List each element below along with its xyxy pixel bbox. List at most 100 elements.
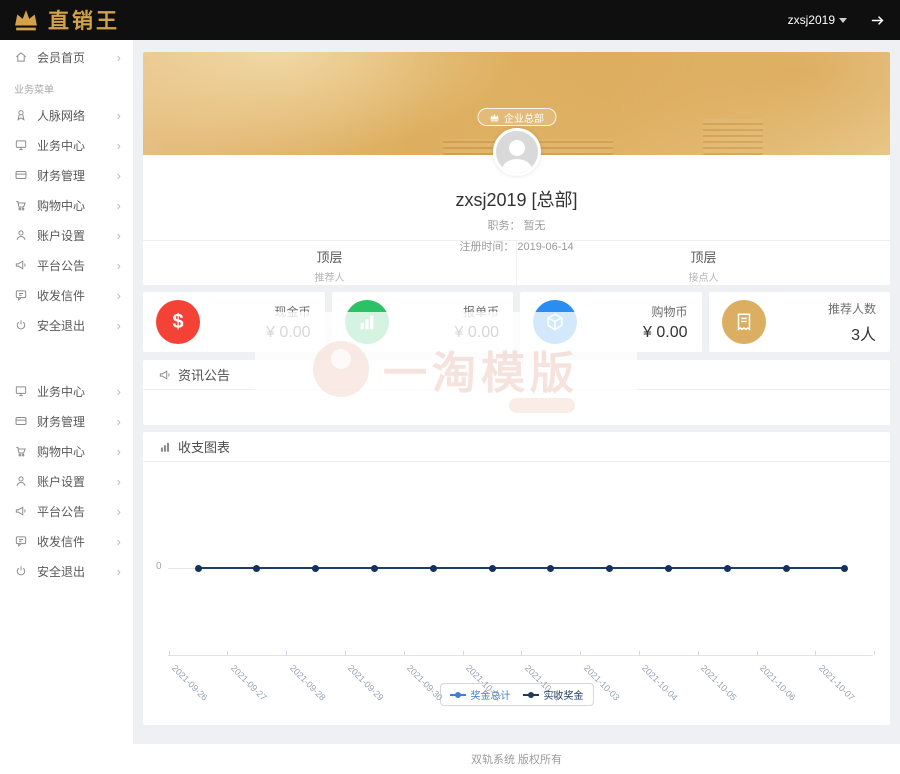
data-point bbox=[606, 565, 613, 572]
data-point bbox=[253, 565, 260, 572]
sidebar-item-shopping-2[interactable]: 购物中心 › bbox=[0, 436, 133, 466]
sidebar-item-label: 财务管理 bbox=[37, 167, 85, 184]
stat-label: 报单币 bbox=[455, 303, 499, 320]
chevron-right-icon: › bbox=[117, 229, 121, 242]
news-panel: 资讯公告 bbox=[143, 360, 890, 425]
cart-icon bbox=[14, 444, 28, 458]
sidebar-item-label: 财务管理 bbox=[37, 413, 85, 430]
username: zxsj2019 bbox=[788, 13, 835, 27]
axis-tick bbox=[521, 651, 522, 655]
company-badge: 企业总部 bbox=[477, 108, 556, 126]
axis-tick bbox=[815, 651, 816, 655]
chevron-right-icon: › bbox=[117, 475, 121, 488]
referrer-label: 推荐人 bbox=[143, 269, 516, 284]
sidebar-item-finance-2[interactable]: 财务管理 › bbox=[0, 406, 133, 436]
user-icon bbox=[14, 474, 28, 488]
data-point bbox=[371, 565, 378, 572]
legend-marker bbox=[523, 694, 539, 696]
sidebar-item-label: 购物中心 bbox=[37, 443, 85, 460]
chevron-right-icon: › bbox=[117, 505, 121, 518]
data-point bbox=[430, 565, 437, 572]
job-label: 职务： bbox=[487, 220, 520, 232]
monitor-icon bbox=[14, 138, 28, 152]
sidebar-section-label: 业务菜单 bbox=[0, 72, 133, 100]
crown-icon bbox=[12, 8, 40, 32]
cart-icon bbox=[14, 198, 28, 212]
job-value: 暂无 bbox=[524, 220, 546, 232]
legend-marker bbox=[450, 694, 466, 696]
stat-label: 推荐人数 bbox=[828, 300, 876, 317]
data-point bbox=[312, 565, 319, 572]
bar-chart-icon bbox=[158, 440, 172, 454]
data-point bbox=[783, 565, 790, 572]
x-axis-label: 2021-10-04 bbox=[640, 663, 680, 703]
chevron-right-icon: › bbox=[117, 445, 121, 458]
axis-tick bbox=[169, 651, 170, 655]
axis-tick bbox=[345, 651, 346, 655]
megaphone-icon bbox=[14, 258, 28, 272]
megaphone-icon bbox=[14, 504, 28, 518]
sidebar-item-label: 账户设置 bbox=[37, 227, 85, 244]
y-axis-tick: 0 bbox=[156, 561, 162, 572]
receipt-icon bbox=[722, 300, 766, 344]
copyright-text: 双轨系统 版权所有 bbox=[471, 751, 562, 767]
sidebar-item-announcement[interactable]: 平台公告 › bbox=[0, 250, 133, 280]
stat-value: ¥ 0.00 bbox=[455, 324, 499, 342]
placement-cell: 顶层 接点人 bbox=[517, 241, 890, 285]
stats-row: $ 现金币 ¥ 0.00 报单币 ¥ 0.00 购物币 ¥ 0.00 bbox=[143, 292, 890, 352]
chart-title: 收支图表 bbox=[178, 437, 230, 456]
axis-tick bbox=[227, 651, 228, 655]
wallet-icon bbox=[14, 168, 28, 182]
sidebar-item-shopping[interactable]: 购物中心 › bbox=[0, 190, 133, 220]
sidebar-item-mail[interactable]: 收发信件 › bbox=[0, 280, 133, 310]
chevron-right-icon: › bbox=[117, 51, 121, 64]
sidebar-item-label: 账户设置 bbox=[37, 473, 85, 490]
sidebar-item-label: 安全退出 bbox=[37, 317, 85, 334]
data-point bbox=[547, 565, 554, 572]
sidebar-item-label: 平台公告 bbox=[37, 257, 85, 274]
box-icon bbox=[533, 300, 577, 344]
top-header: 直销王 zxsj2019 bbox=[0, 0, 900, 40]
wallet-icon bbox=[14, 414, 28, 428]
sidebar-item-network[interactable]: 人脉网络 › bbox=[0, 100, 133, 130]
profile-card: 企业总部 zxsj2019 [总部] 职务： 暂无 注册时间： 2019-06-… bbox=[143, 52, 890, 285]
sidebar-item-home[interactable]: 会员首页 › bbox=[0, 42, 133, 72]
brand-logo[interactable]: 直销王 bbox=[12, 5, 120, 35]
sidebar-item-label: 人脉网络 bbox=[37, 107, 85, 124]
chevron-right-icon: › bbox=[117, 199, 121, 212]
data-point bbox=[489, 565, 496, 572]
badge-label: 企业总部 bbox=[504, 110, 544, 125]
sidebar-item-logout[interactable]: 安全退出 › bbox=[0, 310, 133, 340]
user-menu[interactable]: zxsj2019 bbox=[788, 13, 847, 27]
sidebar-item-account-2[interactable]: 账户设置 › bbox=[0, 466, 133, 496]
chevron-right-icon: › bbox=[117, 139, 121, 152]
sidebar-item-business[interactable]: 业务中心 › bbox=[0, 130, 133, 160]
sidebar-item-label: 业务中心 bbox=[37, 383, 85, 400]
sidebar-item-account[interactable]: 账户设置 › bbox=[0, 220, 133, 250]
sidebar-item-label: 安全退出 bbox=[37, 563, 85, 580]
chart-panel: 收支图表 0 奖金总计 实收奖金 2021-09-262021-0 bbox=[143, 432, 890, 725]
referrer-value: 顶层 bbox=[143, 247, 516, 266]
x-axis-label: 2021-09-26 bbox=[170, 663, 210, 703]
profile-job: 职务： 暂无 bbox=[143, 217, 890, 233]
x-axis-label: 2021-10-05 bbox=[699, 663, 739, 703]
chevron-right-icon: › bbox=[117, 259, 121, 272]
sidebar-item-announcement-2[interactable]: 平台公告 › bbox=[0, 496, 133, 526]
x-axis-label: 2021-10-07 bbox=[817, 663, 857, 703]
referrer-cell: 顶层 推荐人 bbox=[143, 241, 517, 285]
sidebar-item-label: 会员首页 bbox=[37, 49, 85, 66]
logout-button[interactable] bbox=[869, 12, 886, 29]
sidebar-item-business-2[interactable]: 业务中心 › bbox=[0, 376, 133, 406]
sidebar-item-finance[interactable]: 财务管理 › bbox=[0, 160, 133, 190]
sidebar-item-mail-2[interactable]: 收发信件 › bbox=[0, 526, 133, 556]
x-axis-label: 2021-09-30 bbox=[405, 663, 445, 703]
sidebar-item-label: 收发信件 bbox=[37, 287, 85, 304]
x-axis-line bbox=[168, 655, 873, 656]
axis-tick bbox=[404, 651, 405, 655]
stat-card-shopping: 购物币 ¥ 0.00 bbox=[520, 292, 702, 352]
x-axis-label: 2021-10-06 bbox=[758, 663, 798, 703]
sidebar-item-logout-2[interactable]: 安全退出 › bbox=[0, 556, 133, 586]
x-axis-label: 2021-09-28 bbox=[288, 663, 328, 703]
axis-tick bbox=[698, 651, 699, 655]
arrow-right-icon bbox=[869, 12, 886, 29]
